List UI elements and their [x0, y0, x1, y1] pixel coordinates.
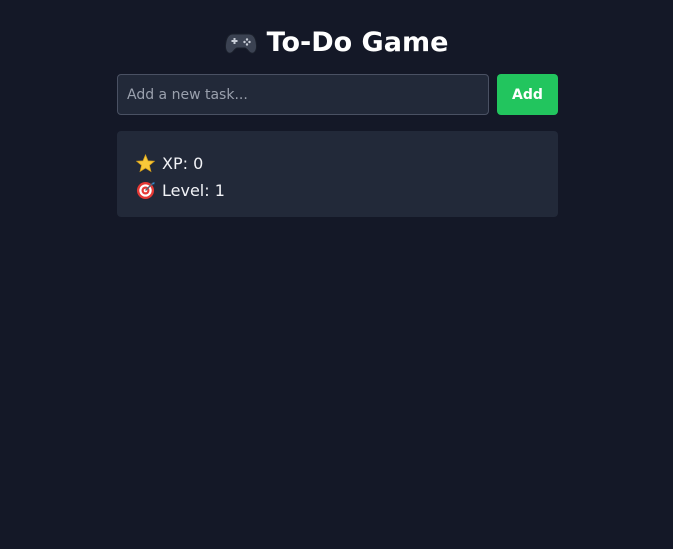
app-root: To-Do Game Add XP: 0 Level: 1 [0, 0, 673, 549]
star-icon [136, 154, 155, 173]
level-row: Level: 1 [136, 177, 558, 204]
page-title-row: To-Do Game [0, 24, 673, 62]
page-title: To-Do Game [266, 27, 449, 58]
target-icon [136, 181, 155, 200]
stats-card: XP: 0 Level: 1 [117, 131, 558, 217]
gamepad-icon [224, 33, 257, 54]
level-value: Level: 1 [162, 181, 225, 200]
xp-value: XP: 0 [162, 154, 204, 173]
add-button[interactable]: Add [497, 74, 558, 115]
task-input[interactable] [117, 74, 489, 115]
xp-row: XP: 0 [136, 150, 558, 177]
task-form: Add [117, 74, 558, 115]
